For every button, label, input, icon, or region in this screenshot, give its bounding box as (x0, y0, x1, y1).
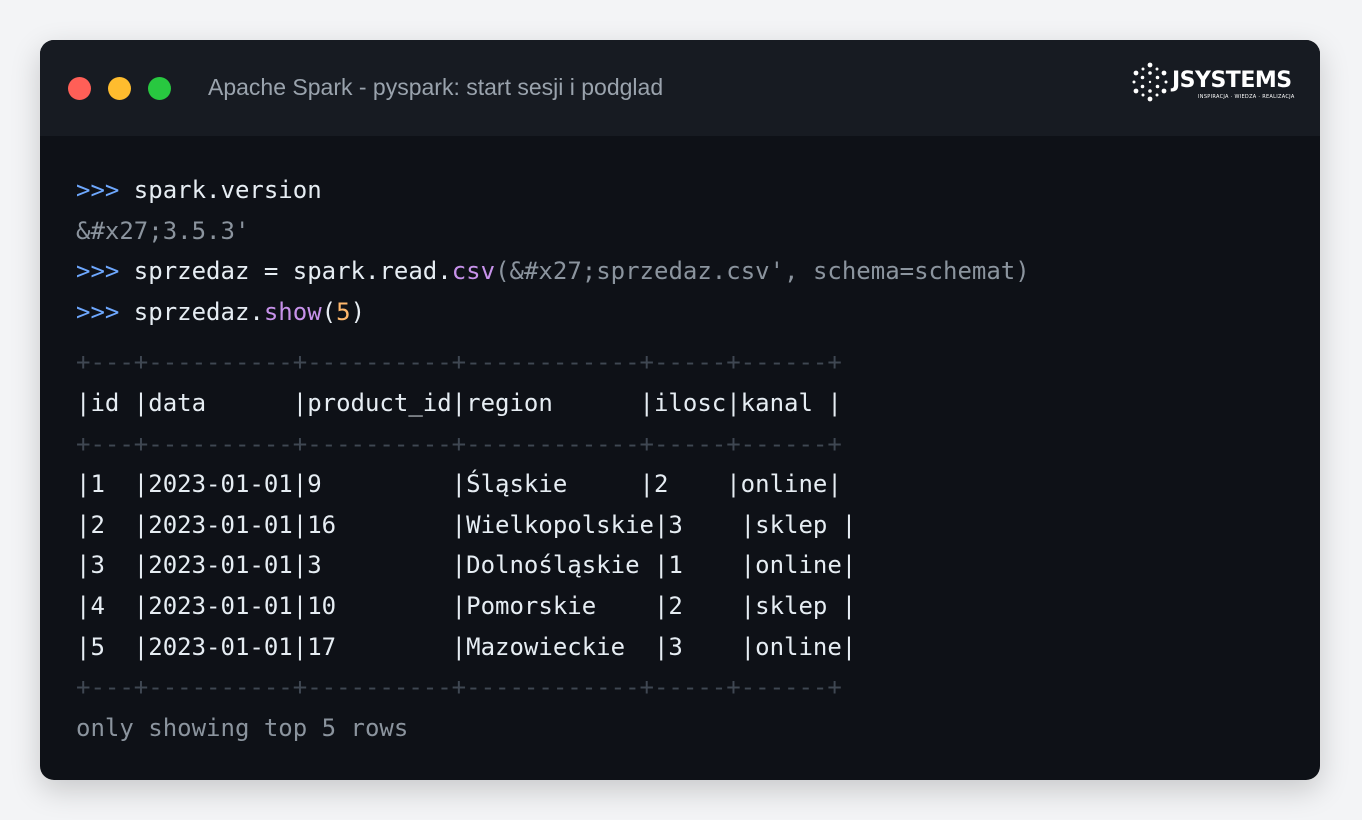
prompt: >>> (76, 257, 120, 286)
terminal-window: Apache Spark - pyspark: start sesji i po… (40, 40, 1320, 780)
command-line-version: >>> spark.version (76, 170, 1296, 211)
window-title: Apache Spark - pyspark: start sesji i po… (208, 74, 664, 100)
table-separator: +---+----------+----------+------------+… (76, 429, 842, 458)
prompt: >>> (76, 176, 120, 204)
command-text: sprzedaz = spark.read. (119, 257, 452, 286)
table-row: |1 |2023-01-01|9 |Śląskie |2 |online| (76, 470, 842, 499)
prompt: >>> (76, 297, 120, 326)
minimize-button[interactable] (108, 77, 131, 100)
jsystems-dots-logo-icon (1132, 62, 1168, 102)
paren-close: ) (1015, 257, 1030, 286)
close-button[interactable] (68, 77, 91, 100)
command-text: spark.version (119, 176, 322, 204)
paren-close: ) (350, 297, 366, 326)
table-separator: +---+----------+----------+------------+… (76, 348, 842, 377)
output-version: &#x27;3.5.3' (76, 216, 250, 245)
number-arg: 5 (336, 297, 351, 326)
command-text: sprzedaz. (119, 297, 264, 326)
command-line-read-csv: >>> sprzedaz = spark.read.csv(&#x27;sprz… (76, 251, 1296, 292)
jsystems-logo: JSYSTEMS INSPIRACJA · WIEDZA · REALIZACJ… (1132, 62, 1295, 106)
terminal-output[interactable]: >>> spark.version &#x27;3.5.3' >>> sprze… (76, 170, 1296, 748)
function-name: show (263, 297, 322, 326)
table-row: |3 |2023-01-01|3 |Dolnośląskie |1 |onlin… (76, 551, 857, 580)
table-row: |5 |2023-01-01|17 |Mazowieckie |3 |onlin… (76, 632, 857, 661)
function-name: csv (451, 257, 496, 286)
table-header: |id |data |product_id|region |ilosc|kana… (76, 388, 842, 417)
title-bar: Apache Spark - pyspark: start sesji i po… (40, 40, 1320, 136)
function-args: &#x27;sprzedaz.csv', schema=schemat (509, 257, 1016, 286)
footer-note: only showing top 5 rows (76, 713, 409, 742)
command-line-show: >>> sprzedaz.show(5) (76, 292, 1296, 333)
logo-tagline: INSPIRACJA · WIEDZA · REALIZACJA (1198, 94, 1295, 100)
logo-wordmark: JSYSTEMS (1172, 68, 1292, 93)
zoom-button[interactable] (148, 77, 171, 100)
table-row: |4 |2023-01-01|10 |Pomorskie |2 |sklep | (76, 591, 857, 620)
table-separator: +---+----------+----------+------------+… (76, 673, 842, 702)
table-row: |2 |2023-01-01|16 |Wielkopolskie|3 |skle… (76, 510, 857, 539)
paren-open: ( (495, 257, 510, 286)
paren-open: ( (321, 297, 337, 326)
